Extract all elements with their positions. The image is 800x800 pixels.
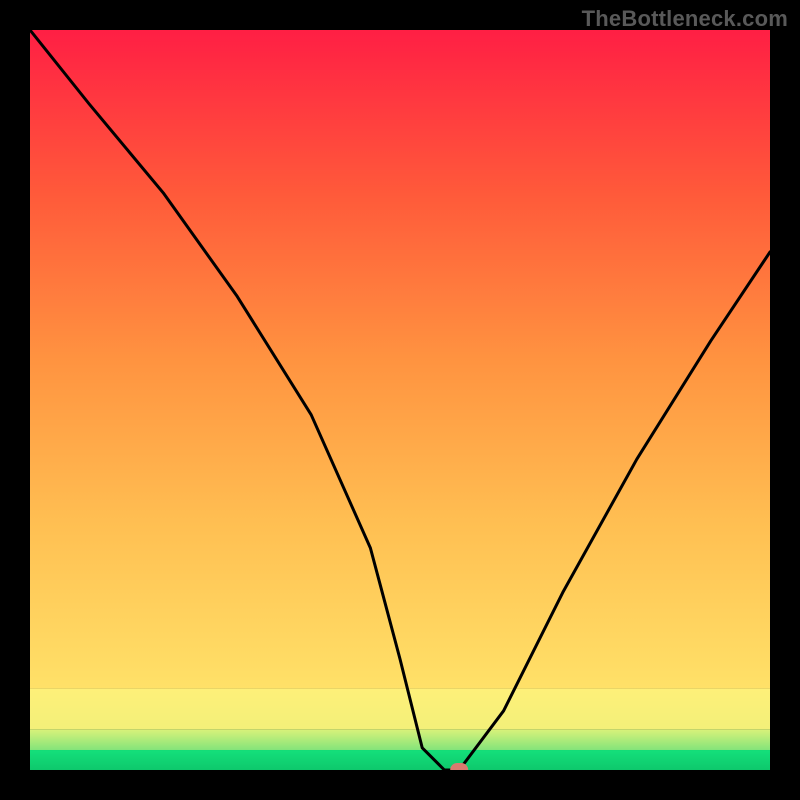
chart-svg bbox=[30, 30, 770, 770]
plot-area bbox=[30, 30, 770, 770]
gradient-main bbox=[30, 30, 770, 689]
band-light-yellow bbox=[30, 689, 770, 730]
chart-frame: TheBottleneck.com bbox=[0, 0, 800, 800]
band-pale-green bbox=[30, 729, 770, 750]
watermark-text: TheBottleneck.com bbox=[582, 6, 788, 32]
band-green bbox=[30, 750, 770, 770]
